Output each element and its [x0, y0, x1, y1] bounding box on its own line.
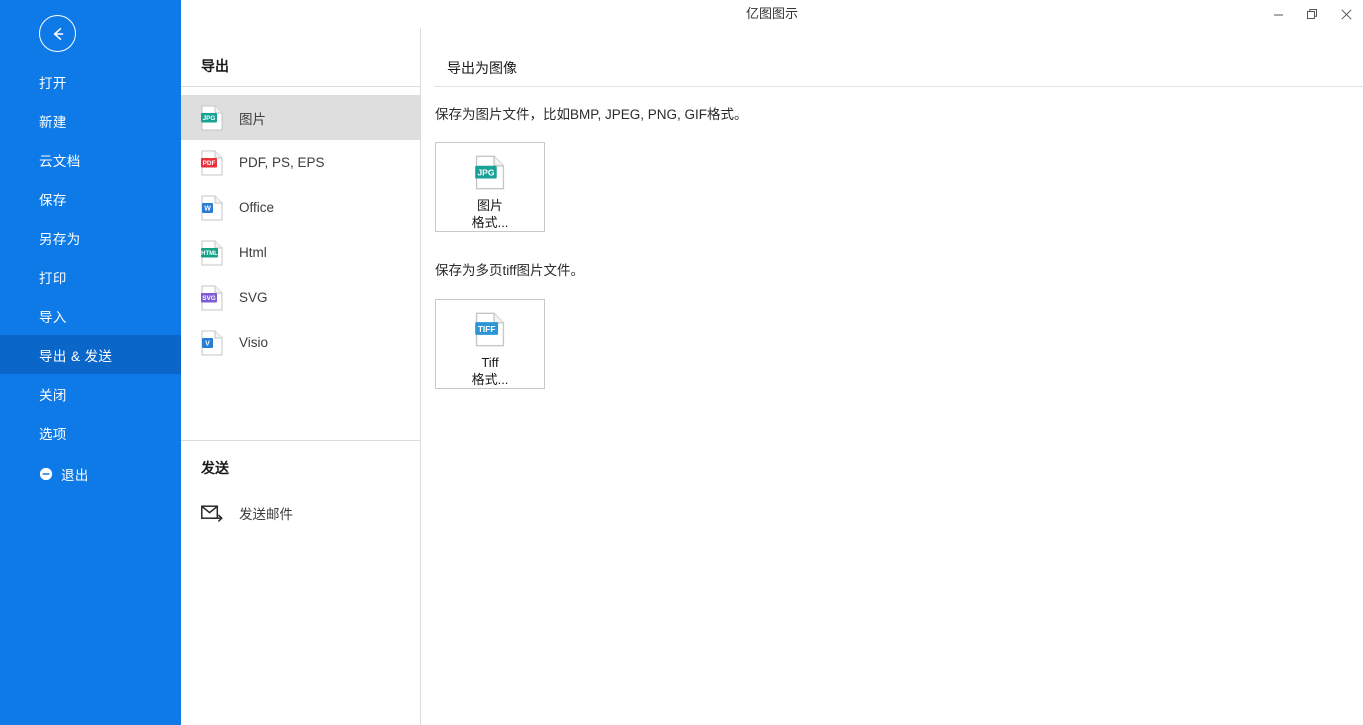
app-window: 亿图图示 有风 — [0, 0, 1363, 725]
close-icon — [1340, 8, 1352, 20]
export-card-label: 图片 格式... — [472, 197, 509, 231]
rail-item-options[interactable]: 选项 — [0, 413, 181, 452]
export-card-label: Tiff 格式... — [472, 354, 509, 388]
svg-text:JPG: JPG — [477, 167, 495, 177]
rail-item-label: 退出 — [61, 467, 89, 483]
export-card-subtitle: 格式... — [471, 215, 509, 230]
title-bar: 亿图图示 — [181, 0, 1363, 28]
content-area: 导出为图像 保存为图片文件，比如BMP, JPEG, PNG, GIF格式。 J… — [421, 28, 1363, 725]
file-visio-icon: V — [201, 330, 223, 355]
export-panel-divider — [181, 86, 421, 87]
rail-item-list: 打开 新建 云文档 保存 另存为 打印 导入 导出 & 发送 关闭 选项 退出 — [0, 62, 181, 493]
maximize-button[interactable] — [1295, 0, 1329, 28]
rail-item-label: 导出 & 发送 — [39, 348, 113, 364]
rail-item-label: 导入 — [39, 309, 67, 325]
export-card-title: 图片 — [476, 198, 503, 213]
export-card-image[interactable]: JPG 图片 格式... — [435, 142, 545, 232]
svg-text:W: W — [204, 205, 211, 212]
export-item-label: Html — [239, 245, 267, 260]
rail-item-export-and-send[interactable]: 导出 & 发送 — [0, 335, 181, 374]
export-item-svg[interactable]: SVG SVG — [181, 275, 421, 320]
export-item-office[interactable]: W Office — [181, 185, 421, 230]
minus-circle-icon — [39, 467, 53, 480]
export-item-label: Office — [239, 200, 275, 215]
file-word-icon: W — [201, 195, 223, 220]
export-item-html[interactable]: HTML Html — [181, 230, 421, 275]
export-format-list: JPG 图片 PDF PDF, PS, EPS W Office HTML Ht… — [181, 95, 421, 365]
export-card-subtitle: 格式... — [471, 372, 509, 387]
send-mail-icon — [201, 505, 223, 522]
file-tiff-icon: TIFF — [475, 312, 505, 347]
rail-item-save-as[interactable]: 另存为 — [0, 218, 181, 257]
file-pdf-icon: PDF — [201, 150, 223, 175]
export-item-label: Visio — [239, 335, 269, 350]
rail-item-label: 另存为 — [39, 231, 81, 247]
image-export-description: 保存为图片文件，比如BMP, JPEG, PNG, GIF格式。 — [435, 107, 748, 122]
rail-item-new[interactable]: 新建 — [0, 101, 181, 140]
export-item-label: 图片 — [239, 111, 266, 127]
content-heading: 导出为图像 — [447, 60, 517, 76]
rail-item-label: 打开 — [39, 75, 67, 91]
export-card-tiff[interactable]: TIFF Tiff 格式... — [435, 299, 545, 389]
send-item-label: 发送邮件 — [239, 507, 293, 522]
minimize-button[interactable] — [1261, 0, 1295, 28]
content-heading-divider — [434, 86, 1363, 87]
back-arrow-icon — [53, 27, 63, 40]
tiff-export-description: 保存为多页tiff图片文件。 — [435, 263, 585, 278]
rail-item-import[interactable]: 导入 — [0, 296, 181, 335]
rail-item-label: 关闭 — [39, 387, 67, 403]
send-section-divider — [181, 440, 421, 441]
svg-text:SVG: SVG — [202, 295, 216, 302]
navigation-rail: 打开 新建 云文档 保存 另存为 打印 导入 导出 & 发送 关闭 选项 退出 — [0, 0, 181, 725]
svg-text:JPG: JPG — [203, 115, 216, 122]
rail-item-label: 打印 — [39, 270, 67, 286]
export-item-pdf-ps-eps[interactable]: PDF PDF, PS, EPS — [181, 140, 421, 185]
export-item-visio[interactable]: V Visio — [181, 320, 421, 365]
export-panel: 导出 JPG 图片 PDF PDF, PS, EPS W Office HTML… — [181, 28, 421, 725]
back-button[interactable] — [39, 15, 76, 52]
export-item-label: SVG — [239, 290, 268, 305]
svg-text:TIFF: TIFF — [478, 324, 496, 334]
rail-item-save[interactable]: 保存 — [0, 179, 181, 218]
send-item-email[interactable]: 发送邮件 — [181, 493, 421, 533]
window-title: 亿图图示 — [745, 6, 798, 21]
rail-item-open[interactable]: 打开 — [0, 62, 181, 101]
rail-item-cloud-docs[interactable]: 云文档 — [0, 140, 181, 179]
rail-item-label: 云文档 — [39, 153, 81, 169]
export-card-title: Tiff — [481, 355, 499, 370]
export-item-label: PDF, PS, EPS — [239, 155, 325, 170]
send-panel-heading: 发送 — [201, 460, 229, 476]
rail-item-quit[interactable]: 退出 — [0, 454, 181, 493]
window-controls — [1261, 0, 1363, 28]
export-panel-heading: 导出 — [201, 58, 229, 74]
rail-item-label: 保存 — [39, 192, 67, 208]
svg-text:PDF: PDF — [203, 160, 216, 167]
export-item-image[interactable]: JPG 图片 — [181, 95, 421, 140]
file-jpg-icon: JPG — [201, 105, 223, 130]
rail-item-close[interactable]: 关闭 — [0, 374, 181, 413]
minimize-icon — [1273, 14, 1283, 15]
svg-text:V: V — [205, 340, 210, 347]
svg-text:HTML: HTML — [201, 251, 218, 257]
file-svg-icon: SVG — [201, 285, 223, 310]
rail-item-print[interactable]: 打印 — [0, 257, 181, 296]
close-button[interactable] — [1329, 0, 1363, 28]
rail-item-label: 选项 — [39, 426, 67, 442]
file-html-icon: HTML — [201, 240, 223, 265]
rail-item-label: 新建 — [39, 114, 67, 130]
restore-icon — [1306, 8, 1317, 19]
file-jpg-icon: JPG — [475, 155, 505, 190]
